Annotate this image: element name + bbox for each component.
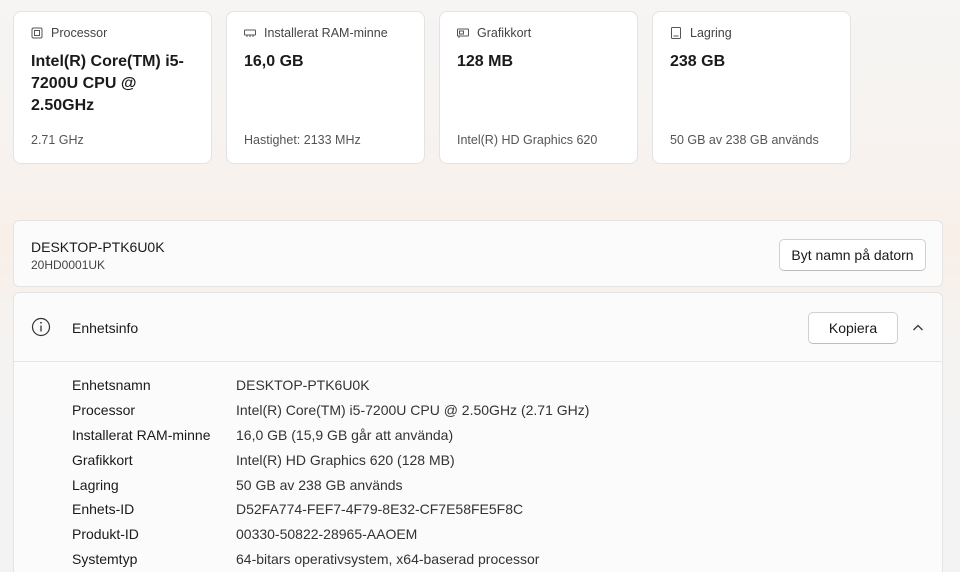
memory-icon — [244, 27, 256, 39]
device-name: DESKTOP-PTK6U0K — [31, 239, 165, 255]
info-row-product-id: Produkt-ID 00330-50822-28965-AAOEM — [72, 522, 589, 547]
card-subtitle: 50 GB av 238 GB används — [670, 133, 819, 147]
info-icon — [31, 317, 51, 337]
card-subtitle: Hastighet: 2133 MHz — [244, 133, 361, 147]
info-value: 64-bitars operativsystem, x64-baserad pr… — [236, 550, 540, 567]
card-value: 128 MB — [457, 53, 514, 70]
device-info-list: Enhetsnamn DESKTOP-PTK6U0K Processor Int… — [72, 373, 589, 571]
info-value: 00330-50822-28965-AAOEM — [236, 526, 418, 543]
info-value: Intel(R) Core(TM) i5-7200U CPU @ 2.50GHz… — [236, 402, 590, 419]
info-row-system-type: Systemtyp 64-bitars operativsystem, x64-… — [72, 547, 589, 572]
graphics-card-icon — [457, 27, 469, 39]
info-label: Produkt-ID — [72, 526, 139, 543]
device-model: 20HD0001UK — [31, 258, 106, 272]
cpu-icon — [31, 27, 43, 39]
processor-card: Processor Intel(R) Core(TM) i5-7200U CPU… — [13, 11, 212, 164]
card-value: 238 GB — [670, 53, 726, 70]
info-row-processor: Processor Intel(R) Core(TM) i5-7200U CPU… — [72, 398, 589, 423]
info-value: DESKTOP-PTK6U0K — [236, 377, 370, 394]
storage-icon — [670, 27, 682, 39]
info-value: Intel(R) HD Graphics 620 (128 MB) — [236, 451, 455, 468]
storage-card: Lagring 238 GB 50 GB av 238 GB används — [652, 11, 851, 164]
rename-pc-button[interactable]: Byt namn på datorn — [779, 239, 926, 271]
device-info-title: Enhetsinfo — [72, 320, 139, 336]
card-subtitle: Intel(R) HD Graphics 620 — [457, 133, 598, 147]
info-label: Installerat RAM-minne — [72, 426, 211, 443]
info-label: Enhets-ID — [72, 501, 135, 518]
card-title: Lagring — [690, 26, 732, 40]
device-info-panel: Enhetsinfo Kopiera Enhetsnamn DESKTOP-PT… — [13, 292, 943, 572]
info-value: 50 GB av 238 GB används — [236, 476, 403, 493]
info-label: Lagring — [72, 476, 119, 493]
card-value: Intel(R) Core(TM) i5-7200U CPU @ 2.50GHz — [31, 53, 184, 114]
info-row-device-id: Enhets-ID D52FA774-FEF7-4F79-8E32-CF7E58… — [72, 497, 589, 522]
info-row-graphics: Grafikkort Intel(R) HD Graphics 620 (128… — [72, 447, 589, 472]
info-value: D52FA774-FEF7-4F79-8E32-CF7E58FE5F8C — [236, 501, 524, 518]
chevron-up-icon[interactable] — [912, 321, 924, 333]
info-label: Enhetsnamn — [72, 377, 151, 394]
info-label: Processor — [72, 402, 136, 419]
info-row-ram: Installerat RAM-minne 16,0 GB (15,9 GB g… — [72, 423, 589, 448]
card-title: Processor — [51, 26, 108, 40]
copy-button[interactable]: Kopiera — [808, 312, 898, 344]
info-value: 16,0 GB (15,9 GB går att använda) — [236, 426, 454, 443]
device-name-section: DESKTOP-PTK6U0K 20HD0001UK Byt namn på d… — [13, 220, 943, 287]
device-info-header[interactable]: Enhetsinfo Kopiera — [14, 293, 942, 362]
info-row-device-name: Enhetsnamn DESKTOP-PTK6U0K — [72, 373, 589, 398]
card-value: 16,0 GB — [244, 53, 304, 70]
graphics-card: Grafikkort 128 MB Intel(R) HD Graphics 6… — [439, 11, 638, 164]
card-title: Installerat RAM-minne — [264, 26, 388, 40]
card-subtitle: 2.71 GHz — [31, 133, 84, 147]
info-row-storage: Lagring 50 GB av 238 GB används — [72, 472, 589, 497]
ram-card: Installerat RAM-minne 16,0 GB Hastighet:… — [226, 11, 425, 164]
info-label: Grafikkort — [72, 451, 133, 468]
card-title: Grafikkort — [477, 26, 532, 40]
info-label: Systemtyp — [72, 550, 138, 567]
spec-cards: Processor Intel(R) Core(TM) i5-7200U CPU… — [13, 11, 851, 164]
